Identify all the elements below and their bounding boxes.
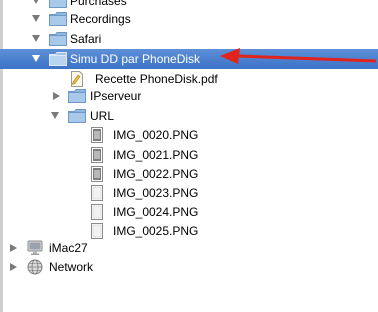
finder-sidebar-tree: Purchases Recordings Safari Simu DD par …	[0, 0, 378, 312]
annotation-arrow	[220, 48, 377, 64]
